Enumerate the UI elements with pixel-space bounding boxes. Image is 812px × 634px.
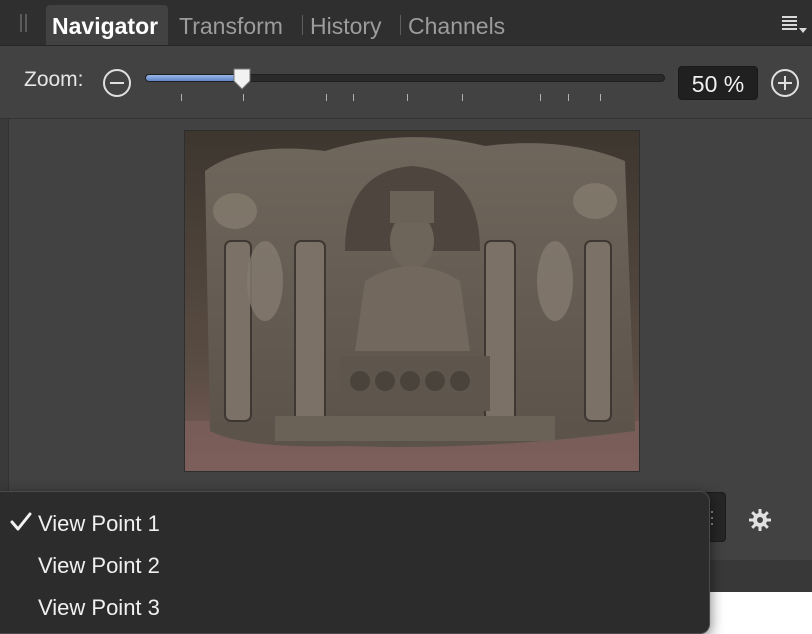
panel-menu-icon[interactable] <box>782 16 807 34</box>
zoom-tick <box>568 94 569 101</box>
tab-transform[interactable]: Transform <box>173 5 289 45</box>
menu-item-view-point-2[interactable]: View Point 2 <box>38 548 160 584</box>
zoom-tick <box>540 94 541 101</box>
zoom-tick <box>462 94 463 101</box>
tab-channels[interactable]: Channels <box>402 5 511 45</box>
zoom-slider-thumb[interactable] <box>232 68 252 90</box>
zoom-tick <box>407 94 408 101</box>
view-point-menu: View Point 1 View Point 2 View Point 3 <box>0 491 710 634</box>
section-divider <box>0 118 812 119</box>
zoom-label: Zoom: <box>24 68 84 91</box>
plus-circle-icon-vertical <box>784 76 786 90</box>
zoom-tick <box>353 94 354 101</box>
tab-separator <box>400 15 401 35</box>
zoom-tick <box>243 94 244 101</box>
zoom-tick <box>326 94 327 101</box>
minus-circle-icon <box>110 82 124 84</box>
tab-separator <box>302 15 303 35</box>
zoom-slider-fill <box>146 75 243 81</box>
checkmark-icon <box>10 512 32 532</box>
tab-navigator[interactable]: Navigator <box>46 5 168 45</box>
menu-item-view-point-3[interactable]: View Point 3 <box>38 590 160 626</box>
tab-history[interactable]: History <box>304 5 388 45</box>
menu-item-view-point-1[interactable]: View Point 1 <box>38 506 160 542</box>
panel-tab-bar: Navigator Transform History Channels <box>0 0 812 46</box>
gear-icon[interactable] <box>748 508 772 532</box>
zoom-value-field[interactable]: 50 % <box>678 66 758 100</box>
zoom-tick <box>600 94 601 101</box>
zoom-out-button[interactable] <box>103 69 131 97</box>
panel-grip-handle[interactable] <box>20 14 28 32</box>
navigator-preview-image[interactable] <box>185 131 639 471</box>
panel-left-edge <box>0 119 9 499</box>
zoom-tick <box>181 94 182 101</box>
zoom-in-button[interactable] <box>771 69 799 97</box>
zoom-slider[interactable] <box>145 74 665 82</box>
